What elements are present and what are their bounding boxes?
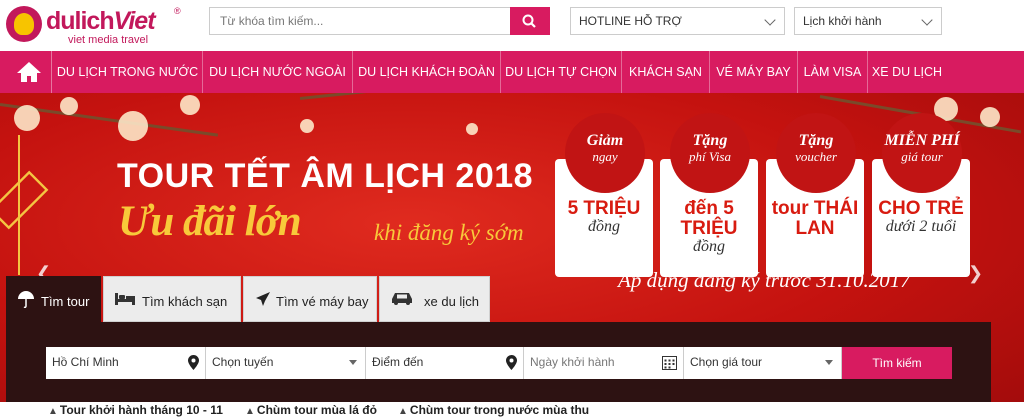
nav-item-car-rental[interactable]: XE DU LỊCH	[868, 51, 946, 93]
caret-down-icon	[349, 360, 357, 365]
lantern-decor	[0, 135, 49, 275]
offer-main: CHO TRẺ dưới 2 tuổi	[878, 198, 964, 235]
blossom-decor	[60, 97, 78, 115]
tab-label: Tìm khách sạn	[142, 294, 228, 309]
tab-car[interactable]: xe du lịch	[379, 276, 490, 322]
tab-label: xe du lịch	[424, 294, 479, 309]
quick-link[interactable]: Chùm tour mùa lá đỏ	[245, 403, 377, 417]
schedule-dropdown[interactable]: Lịch khởi hành	[794, 7, 942, 35]
umbrella-icon	[18, 291, 34, 308]
destination-select[interactable]: Điểm đến	[366, 347, 524, 379]
blossom-decor	[14, 105, 40, 131]
branch-decor	[299, 93, 500, 100]
logo-tagline: viet media travel	[68, 34, 149, 46]
offer-bubble: Tặng voucher	[776, 113, 856, 193]
offer-bubble: Tặng phí Visa	[670, 113, 750, 193]
nav-item-visa[interactable]: LÀM VISA	[798, 51, 868, 93]
search-submit-button[interactable]: Tìm kiếm	[842, 347, 952, 379]
map-pin-icon	[188, 355, 199, 370]
nav-item-domestic[interactable]: DU LỊCH TRONG NƯỚC	[53, 51, 203, 93]
quick-links: Tour khởi hành tháng 10 - 11 Chùm tour m…	[0, 402, 1024, 419]
hotline-dropdown[interactable]: HOTLINE HỖ TRỢ	[570, 7, 785, 35]
offer-card-4: MIỄN PHÍ giá tour CHO TRẺ dưới 2 tuổi	[872, 113, 970, 277]
nav-item-custom[interactable]: DU LỊCH TỰ CHỌN	[501, 51, 622, 93]
banner-subtitle: Ưu đãi lớn	[118, 198, 302, 245]
departure-date-input[interactable]: Ngày khởi hành	[524, 347, 684, 379]
offer-main: tour THÁI LAN	[771, 198, 859, 239]
chevron-down-icon	[921, 14, 933, 26]
site-header: dulichViet ® viet media travel HOTLINE H…	[0, 0, 1024, 48]
quick-link[interactable]: Chùm tour trong nước mùa thu	[398, 403, 589, 417]
price-select[interactable]: Chọn giá tour	[684, 347, 842, 379]
tab-label: Tìm tour	[41, 294, 90, 309]
car-icon	[392, 293, 412, 305]
offer-card-3: Tặng voucher tour THÁI LAN	[766, 113, 864, 277]
route-select[interactable]: Chọn tuyến	[206, 347, 366, 379]
chevron-down-icon	[764, 14, 776, 26]
bed-icon	[115, 293, 135, 305]
main-nav: DU LỊCH TRONG NƯỚC DU LỊCH NƯỚC NGOÀI DU…	[0, 51, 1024, 93]
tour-search-form: Hồ Chí Minh Chọn tuyến Điểm đến Ngày khở…	[6, 322, 991, 402]
nav-item-group[interactable]: DU LỊCH KHÁCH ĐOÀN	[353, 51, 501, 93]
home-icon	[17, 62, 41, 82]
offer-bubble: MIỄN PHÍ giá tour	[882, 113, 962, 193]
nav-home[interactable]	[6, 51, 52, 93]
search-icon	[522, 14, 536, 28]
offer-bubble: Giảm ngay	[565, 113, 645, 193]
offer-card-2: Tặng phí Visa đến 5 TRIỆU đồng	[660, 113, 758, 277]
schedule-label: Lịch khởi hành	[803, 14, 882, 28]
offer-card-1: Giảm ngay 5 TRIỆU đồng	[555, 113, 653, 277]
logo[interactable]: dulichViet ® viet media travel	[6, 4, 186, 46]
origin-select[interactable]: Hồ Chí Minh	[46, 347, 206, 379]
blossom-decor	[300, 119, 314, 133]
destination-value: Điểm đến	[372, 355, 424, 369]
offer-main: đến 5 TRIỆU đồng	[680, 198, 738, 255]
logo-text: dulichViet	[46, 7, 156, 35]
map-pin-icon	[506, 355, 517, 370]
blossom-decor	[980, 107, 1000, 127]
carousel-next-icon[interactable]: ❯	[968, 263, 983, 284]
tab-flights[interactable]: Tìm vé máy bay	[243, 276, 377, 322]
search-input[interactable]	[209, 7, 511, 35]
tab-hotel[interactable]: Tìm khách sạn	[103, 276, 241, 322]
nav-item-hotel[interactable]: KHÁCH SẠN	[622, 51, 710, 93]
blossom-decor	[466, 123, 478, 135]
banner-note: Áp dụng đăng ký trước 31.10.2017	[618, 268, 911, 292]
logo-mark-icon	[6, 6, 42, 42]
banner-subtitle-2: khi đăng ký sớm	[374, 220, 524, 245]
date-placeholder: Ngày khởi hành	[530, 355, 615, 369]
blossom-decor	[118, 111, 148, 141]
price-value: Chọn giá tour	[690, 355, 763, 369]
registered-mark: ®	[174, 6, 181, 16]
hotline-label: HOTLINE HỖ TRỢ	[579, 14, 682, 28]
tab-label: Tìm vé máy bay	[276, 294, 369, 309]
blossom-decor	[180, 95, 200, 115]
tab-tour[interactable]: Tìm tour	[6, 276, 101, 322]
origin-value: Hồ Chí Minh	[52, 355, 119, 369]
banner-title: TOUR TẾT ÂM LỊCH 2018	[117, 157, 534, 195]
caret-down-icon	[825, 360, 833, 365]
plane-icon	[256, 292, 270, 306]
nav-item-international[interactable]: DU LỊCH NƯỚC NGOÀI	[203, 51, 353, 93]
nav-item-flights[interactable]: VÉ MÁY BAY	[710, 51, 798, 93]
quick-link[interactable]: Tour khởi hành tháng 10 - 11	[48, 403, 223, 417]
calendar-icon	[662, 356, 677, 370]
route-value: Chọn tuyến	[212, 355, 274, 369]
search-button[interactable]	[510, 7, 550, 35]
offer-main: 5 TRIỆU đồng	[567, 198, 641, 235]
